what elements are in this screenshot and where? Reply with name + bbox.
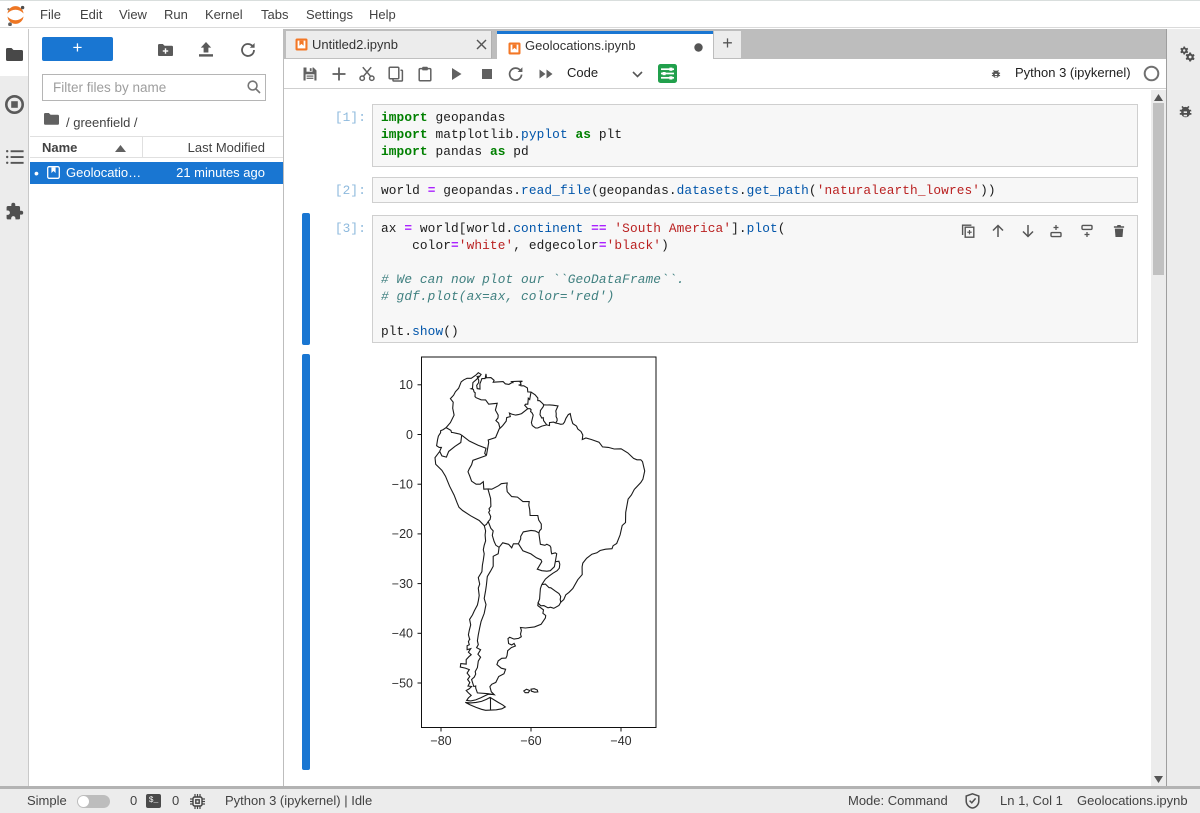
svg-text:−20: −20 xyxy=(392,527,413,541)
svg-text:−30: −30 xyxy=(392,577,413,591)
svg-text:−40: −40 xyxy=(610,734,631,748)
svg-text:−40: −40 xyxy=(392,627,413,641)
svg-text:−50: −50 xyxy=(392,676,413,690)
svg-text:−80: −80 xyxy=(430,734,451,748)
svg-text:−10: −10 xyxy=(392,478,413,492)
svg-text:10: 10 xyxy=(399,378,413,392)
svg-text:−60: −60 xyxy=(520,734,541,748)
svg-text:0: 0 xyxy=(406,428,413,442)
